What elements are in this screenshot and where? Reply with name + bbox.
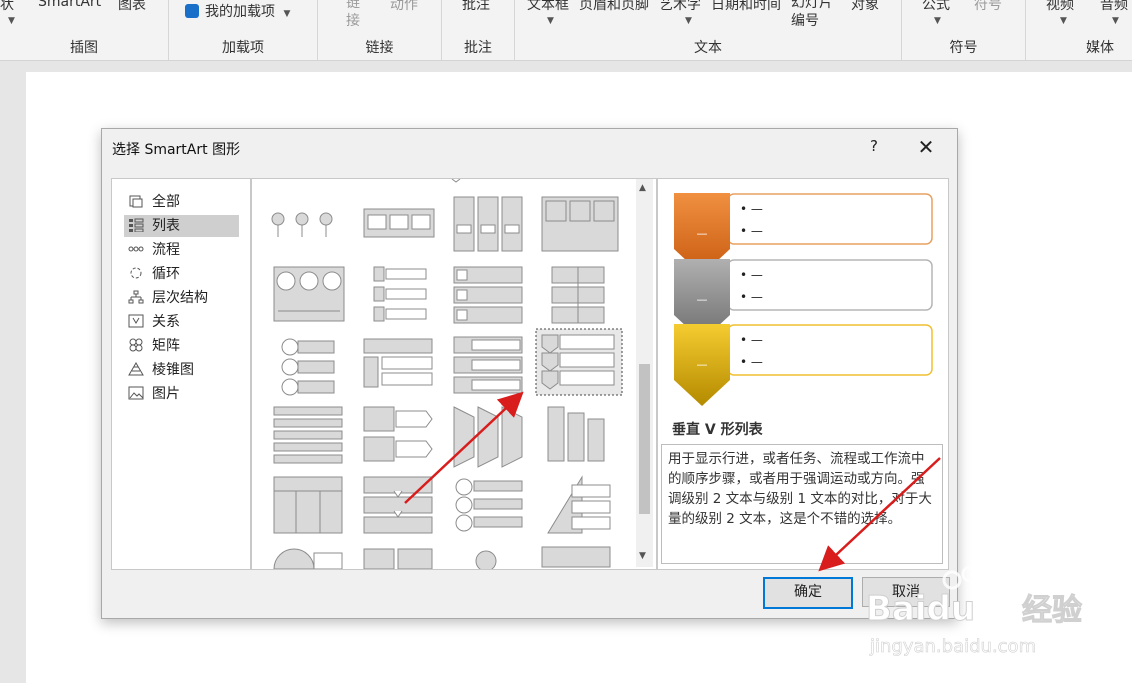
watermark-brand-cn: 经验 bbox=[1022, 593, 1082, 628]
watermark-brand: Baidu bbox=[866, 589, 975, 629]
baidu-logo: Baidu 经验 jingyan.baidu.com bbox=[866, 565, 1083, 657]
arrow-to-ok bbox=[818, 457, 941, 572]
watermark-url: jingyan.baidu.com bbox=[869, 636, 1036, 657]
baidu-watermark: Baidu 经验 jingyan.baidu.com bbox=[862, 560, 1130, 670]
arrow-to-layout bbox=[404, 391, 524, 504]
